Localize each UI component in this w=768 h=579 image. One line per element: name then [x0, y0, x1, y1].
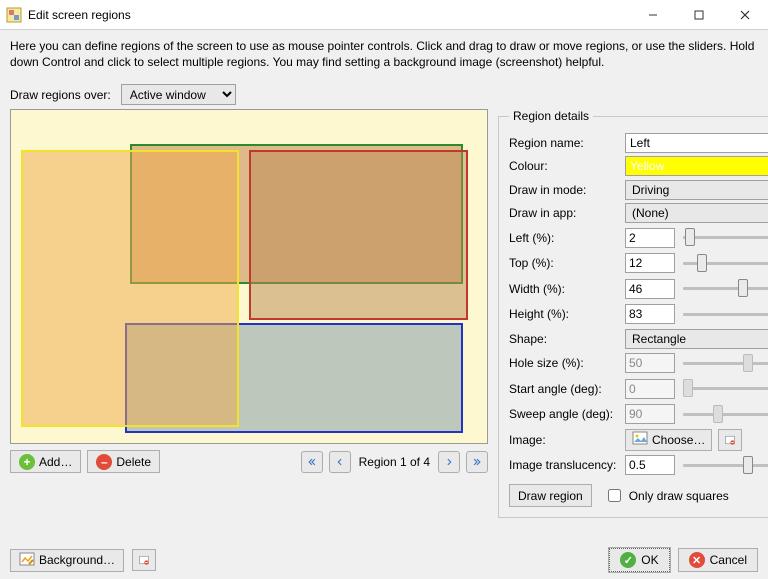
hole-size-input: [625, 353, 675, 373]
draw-mode-label: Draw in mode:: [509, 183, 625, 197]
only-squares-row[interactable]: Only draw squares: [604, 486, 729, 505]
bottom-bar: Background… ✓ OK ✕ Cancel: [0, 541, 768, 579]
ok-button[interactable]: ✓ OK: [609, 548, 669, 572]
width-slider[interactable]: [683, 280, 768, 298]
top-slider[interactable]: [683, 254, 768, 272]
translucency-slider[interactable]: [683, 456, 768, 474]
translucency-label: Image translucency:: [509, 458, 625, 472]
region-rect[interactable]: [249, 150, 468, 320]
colour-select[interactable]: Yellow ▼: [625, 156, 768, 176]
width-input[interactable]: [625, 279, 675, 299]
region-name-label: Region name:: [509, 136, 625, 150]
top-label: Top (%):: [509, 256, 625, 270]
start-angle-slider: [683, 380, 768, 398]
region-details-group: Region details Region name: Colour: Yell…: [498, 109, 768, 518]
choose-image-button[interactable]: Choose…: [625, 429, 712, 451]
plus-icon: +: [19, 454, 35, 470]
colour-label: Colour:: [509, 159, 625, 173]
add-button-label: Add…: [39, 455, 72, 469]
delete-button-label: Delete: [116, 455, 151, 469]
image-icon: [632, 430, 648, 449]
cancel-button[interactable]: ✕ Cancel: [678, 548, 758, 572]
left-slider[interactable]: [683, 229, 768, 247]
shape-select[interactable]: Rectangle: [625, 329, 768, 349]
hole-size-label: Hole size (%):: [509, 356, 625, 370]
ok-label: OK: [641, 553, 658, 567]
region-details-legend: Region details: [509, 109, 593, 123]
only-squares-checkbox[interactable]: [608, 489, 621, 502]
region-rect[interactable]: [21, 150, 240, 426]
background-label: Background…: [39, 553, 115, 567]
translucency-input[interactable]: [625, 455, 675, 475]
height-input[interactable]: [625, 304, 675, 324]
background-icon: [19, 551, 35, 570]
hole-size-slider: [683, 354, 768, 372]
width-label: Width (%):: [509, 282, 625, 296]
maximize-button[interactable]: [676, 0, 722, 30]
first-region-button[interactable]: [301, 451, 323, 473]
regions-canvas[interactable]: [10, 109, 488, 444]
check-icon: ✓: [620, 552, 636, 568]
draw-over-label: Draw regions over:: [10, 88, 111, 102]
image-label: Image:: [509, 433, 625, 447]
close-button[interactable]: [722, 0, 768, 30]
cancel-icon: ✕: [689, 552, 705, 568]
shape-label: Shape:: [509, 332, 625, 346]
add-button[interactable]: + Add…: [10, 450, 81, 473]
prev-region-button[interactable]: [329, 451, 351, 473]
left-input[interactable]: [625, 228, 675, 248]
choose-image-label: Choose…: [652, 433, 705, 447]
sweep-angle-input: [625, 404, 675, 424]
clear-background-button[interactable]: [132, 549, 156, 571]
instructions-text: Here you can define regions of the scree…: [10, 38, 758, 70]
sweep-angle-label: Sweep angle (deg):: [509, 407, 625, 421]
cancel-label: Cancel: [710, 553, 747, 567]
draw-app-label: Draw in app:: [509, 206, 625, 220]
region-name-input[interactable]: [625, 133, 768, 153]
next-region-button[interactable]: [438, 451, 460, 473]
app-icon: [6, 7, 22, 23]
clear-image-button[interactable]: [718, 429, 742, 451]
window-title: Edit screen regions: [28, 8, 630, 22]
draw-region-button[interactable]: Draw region: [509, 484, 592, 507]
left-label: Left (%):: [509, 231, 625, 245]
height-label: Height (%):: [509, 307, 625, 321]
draw-over-select[interactable]: Active window: [121, 84, 236, 105]
region-counter: Region 1 of 4: [359, 455, 430, 469]
height-slider[interactable]: [683, 305, 768, 323]
draw-mode-select[interactable]: Driving: [625, 180, 768, 200]
start-angle-label: Start angle (deg):: [509, 382, 625, 396]
delete-button[interactable]: – Delete: [87, 450, 160, 473]
start-angle-input: [625, 379, 675, 399]
background-button[interactable]: Background…: [10, 549, 124, 572]
last-region-button[interactable]: [466, 451, 488, 473]
draw-region-label: Draw region: [518, 489, 583, 503]
minus-icon: –: [96, 454, 112, 470]
only-squares-label: Only draw squares: [629, 489, 729, 503]
sweep-angle-slider: [683, 405, 768, 423]
minimize-button[interactable]: [630, 0, 676, 30]
colour-value: Yellow: [630, 159, 664, 173]
draw-app-select[interactable]: (None): [625, 203, 768, 223]
top-input[interactable]: [625, 253, 675, 273]
title-bar: Edit screen regions: [0, 0, 768, 30]
